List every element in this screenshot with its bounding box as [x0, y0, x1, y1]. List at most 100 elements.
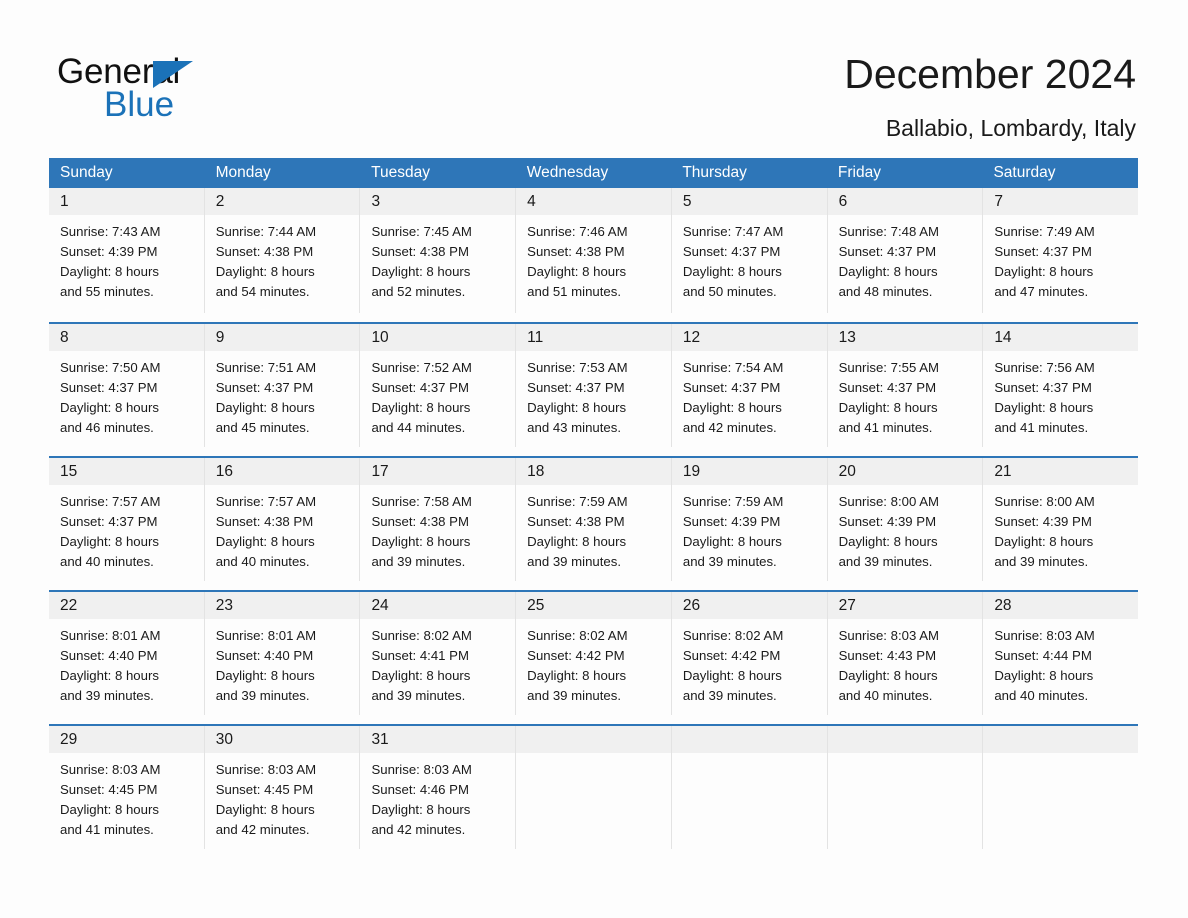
daylight-duration-line2: and 39 minutes.: [838, 554, 933, 569]
daylight-duration-line2: and 42 minutes.: [371, 822, 466, 837]
calendar-day-cell[interactable]: 31 Sunrise: 8:03 AM Sunset: 4:46 PM Dayligh…: [360, 726, 517, 849]
daylight-duration-line1: Daylight: 8 hours: [60, 400, 159, 415]
daylight-duration-line1: Daylight: 8 hours: [527, 264, 627, 279]
calendar-day-cell[interactable]: 10 Sunrise: 7:52 AM Sunset: 4:37 PM Dayligh…: [360, 324, 517, 447]
day-number-band: 27: [827, 592, 983, 619]
calendar-day-cell[interactable]: 11 Sunrise: 7:53 AM Sunset: 4:37 PM Dayligh…: [516, 324, 672, 447]
daylight-duration-line2: and 55 minutes.: [60, 284, 154, 299]
sunset-time: Sunset: 4:40 PM: [215, 648, 314, 663]
calendar-day-cell[interactable]: 12 Sunrise: 7:54 AM Sunset: 4:37 PM Dayligh…: [671, 324, 828, 447]
day-of-week-header: Sunday: [60, 164, 113, 181]
day-number-band: 18: [516, 458, 671, 485]
day-cell-details: Sunrise: 8:00 AM Sunset: 4:39 PM Daylight:…: [983, 485, 1138, 572]
calendar-day-cell[interactable]: 26 Sunrise: 8:02 AM Sunset: 4:42 PM Dayligh…: [671, 592, 828, 715]
calendar-day-cell[interactable]: 7 Sunrise: 7:49 AM Sunset: 4:37 PM Daylight…: [983, 188, 1139, 313]
calendar-day-cell[interactable]: 23 Sunrise: 8:01 AM Sunset: 4:40 PM Dayligh…: [204, 592, 361, 715]
sunrise-time: Sunrise: 8:02 AM: [371, 628, 472, 643]
sunrise-time: Sunrise: 7:47 AM: [682, 224, 784, 239]
day-number-band: 26: [671, 592, 827, 619]
sunset-time: Sunset: 4:38 PM: [371, 514, 469, 529]
daylight-duration-line1: Daylight: 8 hours: [371, 400, 471, 415]
calendar-day-cell[interactable]: 1 Sunrise: 7:43 AM Sunset: 4:39 PM Daylight…: [49, 188, 205, 313]
calendar-day-cell[interactable]: 21 Sunrise: 8:00 AM Sunset: 4:39 PM Dayligh…: [983, 458, 1139, 581]
calendar-week-row: 22 Sunrise: 8:01 AM Sunset: 4:40 PM Dayligh…: [49, 590, 1139, 715]
sunset-time: Sunset: 4:37 PM: [60, 514, 158, 529]
day-number: 6: [838, 193, 848, 210]
calendar-day-cell[interactable]: 3 Sunrise: 7:45 AM Sunset: 4:38 PM Daylight…: [360, 188, 517, 313]
calendar-day-cell[interactable]: 6 Sunrise: 7:48 AM Sunset: 4:37 PM Daylight…: [827, 188, 984, 313]
day-number-band: 5: [671, 188, 827, 215]
sunrise-time: Sunrise: 8:03 AM: [371, 762, 472, 777]
calendar-day-cell[interactable]: 30 Sunrise: 8:03 AM Sunset: 4:45 PM Dayligh…: [204, 726, 361, 849]
day-number: 12: [682, 329, 701, 346]
daylight-duration-line2: and 39 minutes.: [527, 688, 621, 703]
day-number-band: 2: [204, 188, 360, 215]
day-number-band: 11: [516, 324, 671, 351]
calendar-day-cell[interactable]: 16 Sunrise: 7:57 AM Sunset: 4:38 PM Dayligh…: [204, 458, 361, 581]
daylight-duration-line2: and 52 minutes.: [371, 284, 466, 299]
day-cell-details: Sunrise: 7:56 AM Sunset: 4:37 PM Daylight:…: [983, 351, 1138, 438]
daylight-duration-line2: and 40 minutes.: [215, 554, 310, 569]
daylight-duration-line2: and 39 minutes.: [994, 554, 1089, 569]
calendar-day-cell[interactable]: 27 Sunrise: 8:03 AM Sunset: 4:43 PM Dayligh…: [827, 592, 984, 715]
calendar-day-cell[interactable]: 28 Sunrise: 8:03 AM Sunset: 4:44 PM Dayligh…: [983, 592, 1139, 715]
day-number: 24: [371, 597, 389, 614]
calendar-day-cell[interactable]: 15 Sunrise: 7:57 AM Sunset: 4:37 PM Dayligh…: [49, 458, 205, 581]
day-number: 11: [527, 329, 544, 346]
daylight-duration-line2: and 39 minutes.: [371, 554, 466, 569]
calendar-day-cell[interactable]: 25 Sunrise: 8:02 AM Sunset: 4:42 PM Dayligh…: [516, 592, 672, 715]
day-number-band: 6: [827, 188, 983, 215]
sunrise-time: Sunrise: 8:01 AM: [215, 628, 317, 643]
day-cell-details: [516, 753, 671, 760]
day-cell-details: [828, 753, 983, 760]
calendar-day-cell-empty: [827, 726, 984, 849]
calendar-day-cell[interactable]: 13 Sunrise: 7:55 AM Sunset: 4:37 PM Dayligh…: [827, 324, 984, 447]
calendar-day-cell[interactable]: 5 Sunrise: 7:47 AM Sunset: 4:37 PM Daylight…: [671, 188, 828, 313]
calendar-day-cell[interactable]: 22 Sunrise: 8:01 AM Sunset: 4:40 PM Dayligh…: [49, 592, 205, 715]
day-number: 2: [215, 193, 225, 210]
daylight-duration-line2: and 43 minutes.: [527, 420, 621, 435]
page-title: December 2024: [844, 51, 1136, 97]
day-cell-details: Sunrise: 7:43 AM Sunset: 4:39 PM Daylight:…: [49, 215, 204, 302]
calendar-day-cell[interactable]: 14 Sunrise: 7:56 AM Sunset: 4:37 PM Dayligh…: [983, 324, 1139, 447]
day-of-week-header-row: Sunday Monday Tuesday Wednesday Thursday Frid…: [49, 158, 1138, 188]
day-number: 23: [215, 597, 233, 614]
day-number: 13: [838, 329, 856, 346]
day-cell-details: Sunrise: 7:50 AM Sunset: 4:37 PM Daylight:…: [49, 351, 204, 438]
calendar-day-cell[interactable]: 19 Sunrise: 7:59 AM Sunset: 4:39 PM Dayligh…: [671, 458, 828, 581]
daylight-duration-line2: and 41 minutes.: [838, 420, 933, 435]
day-of-week-header: Friday: [837, 164, 881, 181]
day-number: 8: [60, 329, 69, 346]
sunrise-time: Sunrise: 7:54 AM: [682, 360, 784, 375]
calendar-day-cell[interactable]: 24 Sunrise: 8:02 AM Sunset: 4:41 PM Dayligh…: [360, 592, 517, 715]
sunset-time: Sunset: 4:37 PM: [682, 244, 781, 259]
calendar-day-cell[interactable]: 18 Sunrise: 7:59 AM Sunset: 4:38 PM Dayligh…: [516, 458, 672, 581]
day-of-week-header: Monday: [215, 164, 271, 181]
calendar-day-cell[interactable]: 4 Sunrise: 7:46 AM Sunset: 4:38 PM Daylight…: [516, 188, 672, 313]
day-cell-details: Sunrise: 8:01 AM Sunset: 4:40 PM Daylight:…: [49, 619, 204, 706]
calendar-day-cell[interactable]: 2 Sunrise: 7:44 AM Sunset: 4:38 PM Daylight…: [204, 188, 361, 313]
day-number: 9: [215, 329, 225, 346]
day-cell-details: Sunrise: 7:45 AM Sunset: 4:38 PM Daylight:…: [360, 215, 515, 302]
day-cell-details: Sunrise: 7:46 AM Sunset: 4:38 PM Daylight:…: [516, 215, 671, 302]
daylight-duration-line1: Daylight: 8 hours: [60, 802, 159, 817]
day-number: 3: [371, 193, 381, 210]
day-number: 10: [371, 329, 389, 346]
day-number-band: 10: [360, 324, 516, 351]
day-number-band: [827, 726, 983, 753]
day-cell-details: Sunrise: 8:03 AM Sunset: 4:45 PM Daylight:…: [205, 753, 360, 840]
day-number-band: 24: [360, 592, 516, 619]
calendar-day-cell[interactable]: 9 Sunrise: 7:51 AM Sunset: 4:37 PM Daylight…: [204, 324, 361, 447]
calendar-day-cell[interactable]: 20 Sunrise: 8:00 AM Sunset: 4:39 PM Dayligh…: [827, 458, 984, 581]
day-number-band: [671, 726, 827, 753]
calendar-day-cell[interactable]: 8 Sunrise: 7:50 AM Sunset: 4:37 PM Daylight…: [49, 324, 205, 447]
day-number-band: 1: [49, 188, 204, 215]
calendar-day-cell[interactable]: 17 Sunrise: 7:58 AM Sunset: 4:38 PM Dayligh…: [360, 458, 517, 581]
daylight-duration-line2: and 39 minutes.: [371, 688, 466, 703]
day-number: 4: [527, 193, 536, 210]
triangle-icon: [153, 61, 193, 88]
generalblue-logo[interactable]: General Blue: [57, 52, 317, 124]
sunset-time: Sunset: 4:37 PM: [371, 380, 469, 395]
calendar-day-cell[interactable]: 29 Sunrise: 8:03 AM Sunset: 4:45 PM Dayligh…: [49, 726, 205, 849]
day-number: 25: [527, 597, 545, 614]
